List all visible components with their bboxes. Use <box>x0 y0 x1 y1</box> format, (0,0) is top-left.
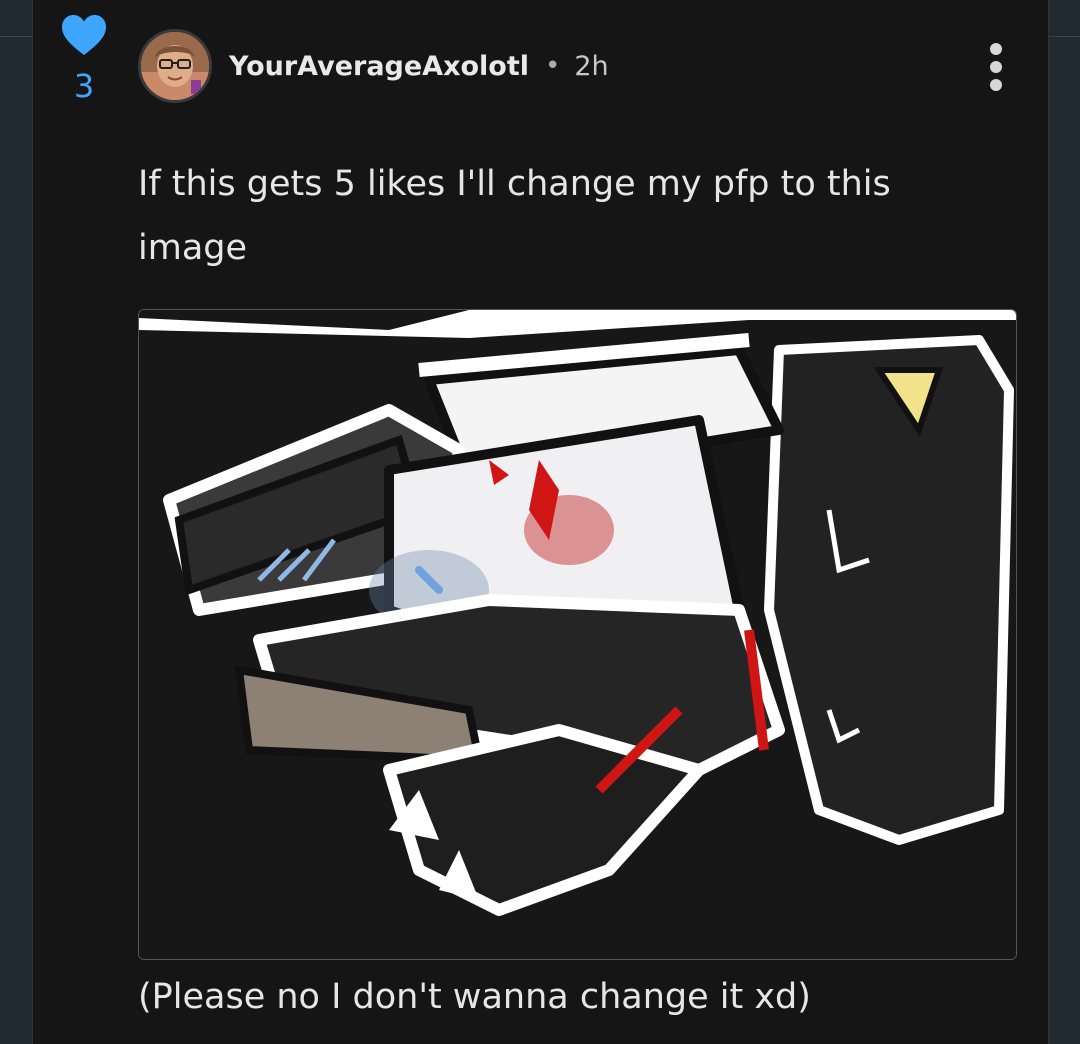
meta-separator: • <box>545 51 561 81</box>
divider-left <box>0 36 32 37</box>
comment-card: 3 YourAverageAxolotl • 2h If this gets 5… <box>32 0 1049 1044</box>
drawing-illustration <box>139 310 1016 959</box>
like-count: 3 <box>73 67 95 105</box>
page: 3 YourAverageAxolotl • 2h If this gets 5… <box>0 0 1080 1044</box>
avatar-image <box>141 32 209 100</box>
timestamp: 2h <box>574 50 609 82</box>
attached-image[interactable] <box>138 309 1017 960</box>
comment-meta: YourAverageAxolotl • 2h <box>229 46 609 86</box>
image-caption: (Please no I don't wanna change it xd) <box>138 977 811 1017</box>
like-column: 3 <box>61 14 107 102</box>
more-vertical-icon[interactable] <box>985 42 1007 92</box>
heart-icon[interactable] <box>61 14 107 56</box>
avatar[interactable] <box>138 29 212 103</box>
comment-body: If this gets 5 likes I'll change my pfp … <box>138 164 891 268</box>
divider-right <box>1048 36 1080 37</box>
author-name[interactable]: YourAverageAxolotl <box>229 51 529 82</box>
